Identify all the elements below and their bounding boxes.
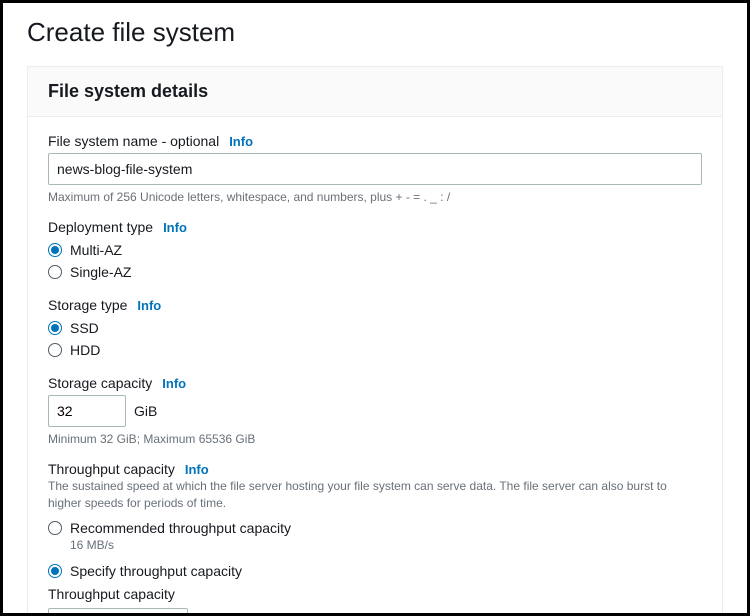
radio-icon — [48, 564, 62, 578]
page-title: Create file system — [27, 17, 723, 48]
deployment-multi-az-radio[interactable]: Multi-AZ — [48, 239, 702, 261]
deployment-type-label: Deployment type — [48, 219, 153, 235]
storage-type-group: Storage type Info SSD HDD — [48, 297, 702, 361]
storage-type-ssd-label: SSD — [70, 320, 99, 336]
file-system-details-panel: File system details File system name - o… — [27, 66, 723, 616]
deployment-type-info-link[interactable]: Info — [163, 220, 187, 235]
throughput-specify-radio[interactable]: Specify throughput capacity — [48, 560, 702, 582]
throughput-capacity-select[interactable]: 64 MB/s — [48, 608, 188, 616]
file-system-name-label: File system name - optional — [48, 133, 219, 149]
deployment-single-az-radio[interactable]: Single-AZ — [48, 261, 702, 283]
throughput-capacity-info-link[interactable]: Info — [185, 462, 209, 477]
radio-icon — [48, 321, 62, 335]
file-system-name-group: File system name - optional Info Maximum… — [48, 133, 702, 205]
panel-header: File system details — [28, 67, 722, 117]
storage-type-hdd-label: HDD — [70, 342, 100, 358]
throughput-specify-label: Specify throughput capacity — [70, 563, 242, 579]
throughput-recommended-sub: 16 MB/s — [70, 538, 702, 552]
throughput-recommended-label: Recommended throughput capacity — [70, 520, 291, 536]
radio-icon — [48, 521, 62, 535]
storage-capacity-group: Storage capacity Info GiB Minimum 32 GiB… — [48, 375, 702, 447]
storage-type-hdd-radio[interactable]: HDD — [48, 339, 702, 361]
storage-capacity-hint: Minimum 32 GiB; Maximum 65536 GiB — [48, 431, 702, 447]
file-system-name-info-link[interactable]: Info — [229, 134, 253, 149]
throughput-select-label: Throughput capacity — [48, 586, 702, 602]
storage-capacity-label: Storage capacity — [48, 375, 152, 391]
file-system-name-hint: Maximum of 256 Unicode letters, whitespa… — [48, 189, 702, 205]
deployment-single-az-label: Single-AZ — [70, 264, 131, 280]
storage-capacity-unit: GiB — [134, 403, 157, 419]
storage-capacity-info-link[interactable]: Info — [162, 376, 186, 391]
radio-icon — [48, 265, 62, 279]
throughput-recommended-radio[interactable]: Recommended throughput capacity — [48, 517, 702, 539]
page-header: Create file system — [3, 3, 747, 66]
storage-type-info-link[interactable]: Info — [137, 298, 161, 313]
file-system-name-input[interactable] — [48, 153, 702, 185]
deployment-type-group: Deployment type Info Multi-AZ Single-AZ — [48, 219, 702, 283]
throughput-capacity-desc: The sustained speed at which the file se… — [48, 478, 702, 510]
storage-type-label: Storage type — [48, 297, 127, 313]
radio-icon — [48, 243, 62, 257]
throughput-capacity-label: Throughput capacity — [48, 461, 175, 477]
deployment-multi-az-label: Multi-AZ — [70, 242, 122, 258]
throughput-capacity-group: Throughput capacity Info The sustained s… — [48, 461, 702, 616]
panel-title: File system details — [48, 81, 702, 102]
radio-icon — [48, 343, 62, 357]
storage-capacity-input[interactable] — [48, 395, 126, 427]
storage-type-ssd-radio[interactable]: SSD — [48, 317, 702, 339]
